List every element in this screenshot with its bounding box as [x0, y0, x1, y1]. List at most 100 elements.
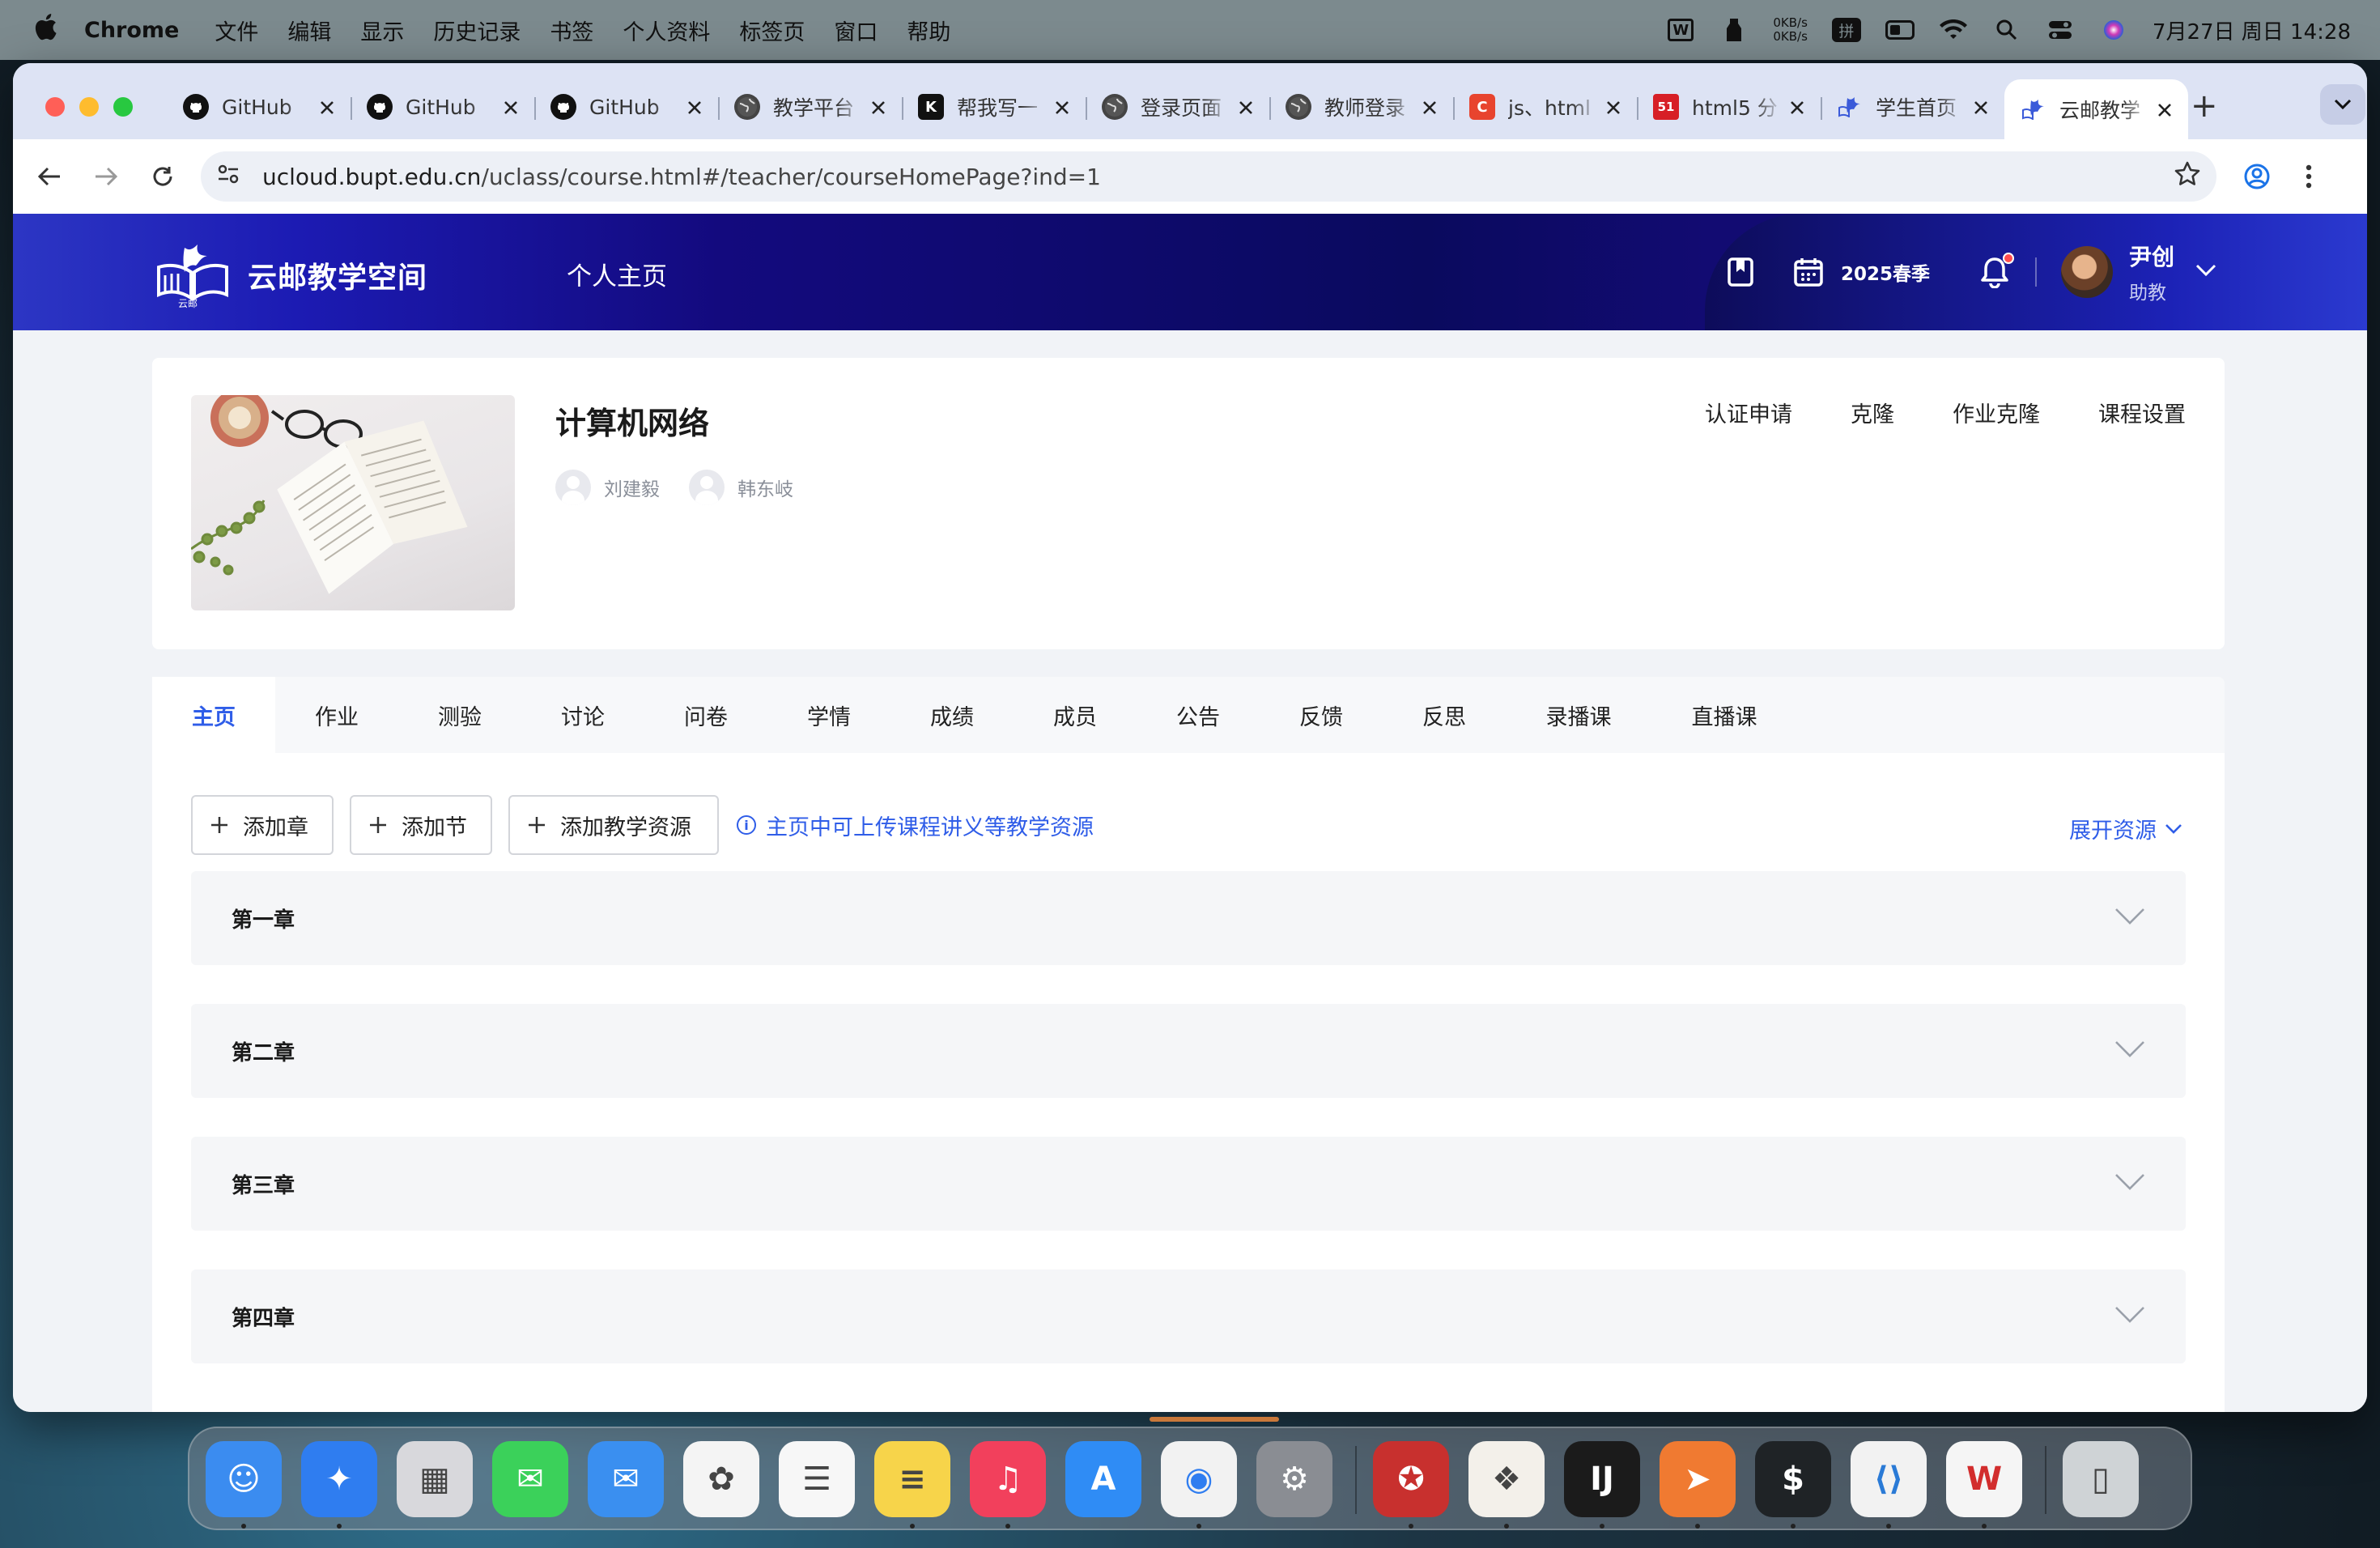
music-icon[interactable]: ♫ [970, 1441, 1046, 1517]
browser-tab[interactable]: GitHub [534, 79, 718, 134]
expand-resources-button[interactable]: 展开资源 [2069, 813, 2182, 844]
course-tab[interactable]: 成员 [1014, 677, 1137, 753]
chapter-row[interactable]: 第二章 [191, 1004, 2186, 1098]
intellij-icon[interactable]: IJ [1564, 1441, 1640, 1517]
nav-personal-home[interactable]: 个人主页 [567, 256, 667, 292]
add-section-button[interactable]: 添加节 [350, 795, 492, 855]
course-tab[interactable]: 反馈 [1260, 677, 1383, 753]
browser-tab[interactable]: GitHub [167, 79, 351, 134]
course-tab[interactable]: 问卷 [644, 677, 767, 753]
chrome-icon[interactable]: ◉ [1161, 1441, 1237, 1517]
app-store-icon[interactable]: A [1065, 1441, 1141, 1517]
wps-office-icon[interactable]: W [1946, 1441, 2022, 1517]
menu-app-name[interactable]: Chrome [84, 18, 179, 43]
notes-icon[interactable]: ≡ [874, 1441, 950, 1517]
course-tab[interactable]: 学情 [767, 677, 890, 753]
course-tab[interactable]: 作业 [275, 677, 398, 753]
add-chapter-button[interactable]: 添加章 [191, 795, 334, 855]
user-avatar[interactable] [2061, 246, 2114, 298]
browser-tab[interactable]: 教学平台 [718, 79, 902, 134]
wifi-icon[interactable] [1939, 18, 1968, 42]
address-bar[interactable]: ucloud.bupt.edu.cn/uclass/course.html#/t… [201, 151, 2216, 202]
menu-clock[interactable]: 7月27日 周日 14:28 [2153, 15, 2351, 45]
trash-icon[interactable]: ▯ [2063, 1441, 2139, 1517]
close-tab-icon[interactable] [2157, 96, 2172, 123]
menu-tab[interactable]: 标签页 [739, 15, 805, 46]
back-button[interactable] [29, 156, 70, 197]
postman-icon[interactable]: ➤ [1660, 1441, 1736, 1517]
terminal-icon[interactable]: $ [1755, 1441, 1831, 1517]
wps-menu-icon[interactable]: W [1666, 18, 1695, 42]
chevron-down-icon[interactable] [2114, 908, 2145, 929]
menu-edit[interactable]: 编辑 [287, 15, 331, 46]
close-tab-icon[interactable] [1974, 94, 1988, 121]
zoom-window-button[interactable] [113, 97, 133, 117]
browser-tab[interactable]: 教师登录 [1269, 79, 1453, 134]
mail-icon[interactable]: ✉ [588, 1441, 664, 1517]
course-tab[interactable]: 主页 [152, 677, 275, 753]
course-tab[interactable]: 公告 [1137, 677, 1260, 753]
certification-apply-button[interactable]: 认证申请 [1705, 397, 1792, 428]
close-tab-icon[interactable] [1239, 94, 1253, 121]
menu-history[interactable]: 历史记录 [433, 15, 521, 46]
browser-tab[interactable]: K 帮我写一 [902, 79, 1086, 134]
menu-help[interactable]: 帮助 [907, 15, 950, 46]
close-tab-icon[interactable] [687, 94, 702, 121]
menu-profiles[interactable]: 个人资料 [623, 15, 710, 46]
safari-icon[interactable]: ✦ [301, 1441, 377, 1517]
chevron-down-icon[interactable] [2114, 1306, 2145, 1327]
notification-bell-icon[interactable] [1978, 253, 2015, 288]
close-tab-icon[interactable] [1422, 94, 1437, 121]
wps-pdf-icon[interactable]: ✪ [1373, 1441, 1449, 1517]
battery-icon[interactable] [1885, 18, 1915, 42]
course-tab[interactable]: 测验 [398, 677, 521, 753]
spotlight-search-icon[interactable] [1992, 18, 2021, 42]
profile-icon[interactable] [2236, 155, 2278, 198]
reload-button[interactable] [142, 156, 183, 197]
user-menu-chevron-icon[interactable] [2195, 264, 2216, 280]
url-text[interactable]: ucloud.bupt.edu.cn/uclass/course.html#/t… [262, 164, 1101, 190]
minimize-window-button[interactable] [79, 97, 99, 117]
add-resource-button[interactable]: 添加教学资源 [508, 795, 719, 855]
menu-view[interactable]: 显示 [360, 15, 404, 46]
site-logo[interactable]: 云邮 云邮教学空间 [152, 243, 427, 309]
course-tab[interactable]: 讨论 [521, 677, 644, 753]
course-tab[interactable]: 直播课 [1651, 677, 1797, 753]
chapter-row[interactable]: 第三章 [191, 1137, 2186, 1231]
site-info-icon[interactable] [217, 164, 246, 189]
browser-tab[interactable]: 学生首页 [1821, 79, 2004, 134]
browser-tab[interactable]: 云邮教学 [2004, 79, 2188, 139]
close-window-button[interactable] [45, 97, 65, 117]
course-tab[interactable]: 成绩 [890, 677, 1014, 753]
chrome-menu-icon[interactable] [2288, 155, 2330, 198]
course-settings-button[interactable]: 课程设置 [2098, 397, 2186, 428]
dbeaver-icon[interactable]: ❖ [1468, 1441, 1545, 1517]
browser-tab[interactable]: 登录页面 [1086, 79, 1269, 134]
bookmark-book-icon[interactable] [1724, 256, 1757, 288]
close-tab-icon[interactable] [1606, 94, 1621, 121]
clone-button[interactable]: 克隆 [1851, 397, 1894, 428]
apple-menu-icon[interactable] [29, 13, 62, 48]
browser-tab[interactable]: Cjs、html [1453, 79, 1637, 134]
menu-file[interactable]: 文件 [215, 15, 258, 46]
vscode-icon[interactable]: ⟨⟩ [1851, 1441, 1927, 1517]
finder-icon[interactable]: ☺ [206, 1441, 282, 1517]
close-tab-icon[interactable] [1790, 94, 1804, 121]
reminders-icon[interactable]: ☰ [779, 1441, 855, 1517]
course-tab[interactable]: 录播课 [1506, 677, 1651, 753]
chapter-row[interactable]: 第四章 [191, 1269, 2186, 1363]
bookmark-star-icon[interactable] [2174, 160, 2200, 193]
system-settings-icon[interactable]: ⚙ [1256, 1441, 1332, 1517]
control-center-icon[interactable] [2046, 18, 2075, 42]
bottle-icon[interactable] [1719, 18, 1749, 42]
tab-search-button[interactable] [2320, 84, 2365, 125]
close-tab-icon[interactable] [320, 94, 334, 121]
close-tab-icon[interactable] [1055, 94, 1069, 121]
browser-tab[interactable]: 51 html5 分 [1637, 79, 1821, 134]
launchpad-icon[interactable]: ▦ [397, 1441, 473, 1517]
chevron-down-icon[interactable] [2114, 1173, 2145, 1194]
calendar-icon[interactable] [1792, 256, 1825, 288]
siri-icon[interactable] [2099, 18, 2128, 42]
photos-icon[interactable]: ✿ [683, 1441, 759, 1517]
messages-icon[interactable]: ✉ [492, 1441, 568, 1517]
